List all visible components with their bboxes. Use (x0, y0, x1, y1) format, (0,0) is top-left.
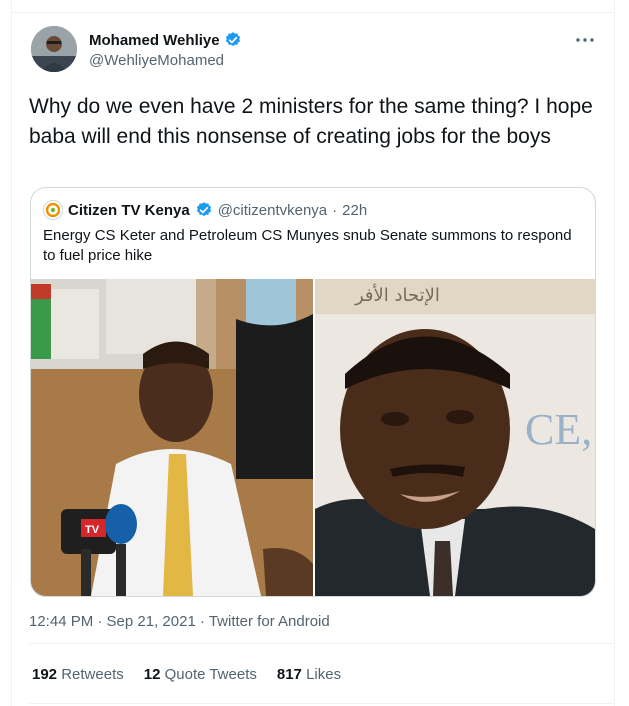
photo-background-text: CE, (525, 405, 592, 454)
quote-tweets-stat[interactable]: 12 Quote Tweets (144, 666, 257, 683)
tweet-stats: 192 Retweets 12 Quote Tweets 817 Likes (32, 666, 341, 683)
quote-separator: · (332, 201, 338, 219)
quoted-tweet[interactable]: Citizen TV Kenya @citizentvkenya · 22h E… (30, 187, 596, 597)
citizen-tv-logo-icon (43, 200, 63, 220)
frame-border-top (11, 12, 615, 13)
more-options-button[interactable] (575, 28, 595, 49)
quote-text: Energy CS Keter and Petroleum CS Munyes … (43, 227, 572, 264)
divider (29, 643, 615, 644)
photo-left-image: TV (31, 279, 313, 596)
retweets-count: 192 (32, 666, 58, 683)
frame-border-right (614, 0, 615, 706)
photo-banner-text: الإتحاد الأفر (354, 284, 440, 306)
author-handle[interactable]: @WehliyeMohamed (89, 52, 224, 69)
quote-media[interactable]: TV الإتحاد الأفر CE, (31, 279, 595, 596)
avatar-image (31, 26, 77, 72)
quote-author-name[interactable]: Citizen TV Kenya (68, 202, 190, 219)
tweet-text: Why do we even have 2 ministers for the … (29, 95, 593, 148)
microphone-label: TV (85, 524, 100, 536)
photo-right-image: الإتحاد الأفر CE, (315, 279, 595, 596)
avatar[interactable] (31, 26, 77, 72)
retweets-label: Retweets (61, 666, 124, 683)
likes-count: 817 (276, 666, 302, 683)
frame-border-left (11, 0, 12, 706)
photo-right[interactable]: الإتحاد الأفر CE, (315, 279, 595, 596)
quote-author-handle[interactable]: @citizentvkenya (218, 202, 327, 219)
author-name[interactable]: Mohamed Wehliye (89, 32, 220, 49)
quote-tweets-count: 12 (143, 666, 161, 683)
divider (29, 703, 615, 704)
likes-label: Likes (306, 666, 342, 683)
verified-badge-icon (225, 32, 240, 47)
quote-time[interactable]: 22h (342, 202, 367, 219)
retweets-stat[interactable]: 192 Retweets (32, 666, 124, 683)
likes-stat[interactable]: 817 Likes (277, 666, 341, 683)
photo-left[interactable]: TV (31, 279, 313, 596)
more-horizontal-icon (576, 38, 594, 42)
quote-tweets-label: Quote Tweets (164, 666, 257, 683)
verified-badge-icon (196, 202, 211, 217)
tweet-timestamp[interactable]: 12:44 PM · Sep 21, 2021 · Twitter for An… (29, 613, 330, 630)
